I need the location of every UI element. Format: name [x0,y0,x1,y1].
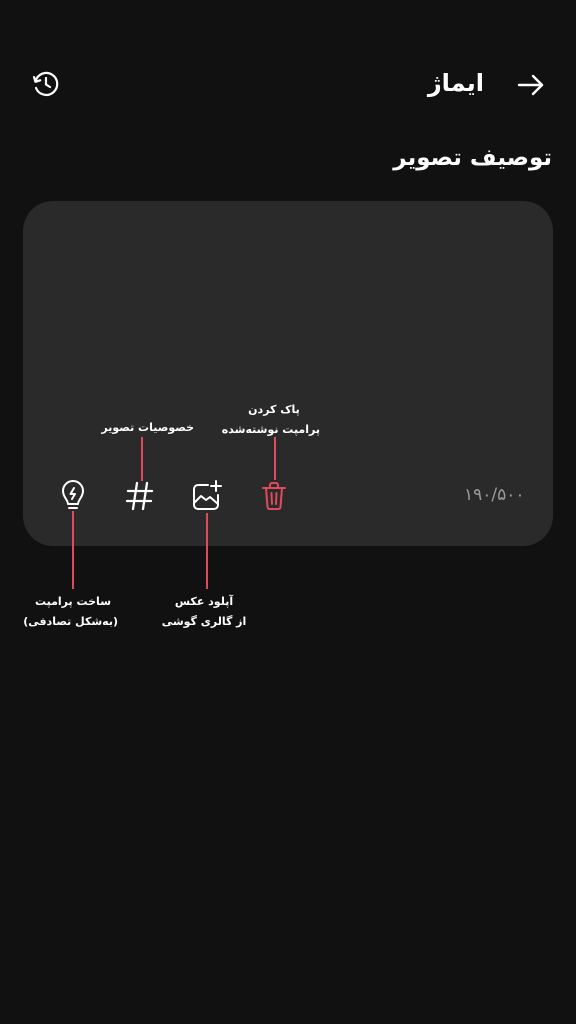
history-button[interactable] [29,67,63,101]
back-button[interactable] [513,68,549,102]
section-title: توصیف تصویر [393,145,552,171]
image-attributes-button[interactable] [121,477,159,515]
callout-clear-line-1: پاک کردن [248,403,300,416]
trash-icon [262,482,286,510]
clear-prompt-button[interactable] [255,477,293,515]
callout-idea-line-1: ساخت پرامپت [34,595,112,608]
callout-idea-line-2: (به‌شکل تصادفی) [23,615,118,628]
random-prompt-button[interactable] [54,477,92,515]
callout-line [72,511,74,589]
callout-upload-line-2: از گالری گوشی [161,615,247,628]
hashtag-icon [125,481,154,511]
callout-upload-line-1: آپلود عکس [174,595,234,608]
callout-line [274,437,276,480]
character-counter: ۱۹۰/۵۰۰ [464,485,525,505]
lightbulb-icon [62,480,84,509]
callout-image-attributes: خصوصیات تصویر [101,421,194,434]
app-title: ایماژ [427,69,484,97]
callout-line [206,513,208,589]
callout-line [141,437,143,481]
callout-random-prompt: ساخت پرامپت (به‌شکل تصادفی) [23,592,118,632]
upload-image-button[interactable] [188,477,226,515]
arrow-right-icon [517,74,544,96]
history-icon [32,71,59,97]
callout-upload-image: آپلود عکس از گالری گوشی [158,592,250,632]
image-plus-icon [193,480,222,510]
callout-clear-line-2: پرامپت نوشته‌شده [221,423,320,436]
callout-clear-prompt: پاک کردن پرامپت نوشته‌شده [221,400,320,440]
